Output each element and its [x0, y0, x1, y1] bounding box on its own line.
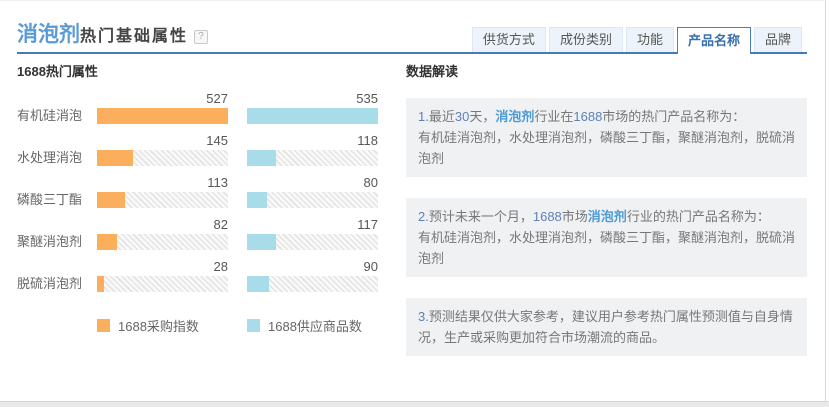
- bar: [247, 108, 378, 124]
- page-title: 消泡剂热门基础属性?: [17, 18, 208, 48]
- bar-group: 80: [247, 176, 378, 208]
- bar-value: 145: [97, 134, 228, 147]
- category-label: 脱硫消泡剂: [17, 275, 97, 292]
- text-segment: 1.: [418, 109, 429, 124]
- bar-group: 90: [247, 260, 378, 292]
- bar: [97, 192, 125, 208]
- legend-label: 1688供应商品数: [268, 316, 362, 335]
- chart-section: 1688热门属性 有机硅消泡527 535 水处理消泡145 118 磷酸三丁酯113 8…: [17, 64, 392, 330]
- industry-keyword: 消泡剂: [495, 109, 534, 124]
- bar-value: 527: [97, 92, 228, 105]
- text-segment: 2.: [418, 209, 429, 224]
- bar-group: 145: [97, 134, 228, 166]
- bar-chart: 有机硅消泡527 535 水处理消泡145 118 磷酸三丁酯113 80 聚醚消泡剂82 1…: [17, 92, 392, 292]
- chart-row: 聚醚消泡剂82 117: [17, 218, 392, 250]
- text-segment: 1688: [533, 209, 562, 224]
- text-segment: 预计未来一个月，: [429, 209, 533, 224]
- bar-value: 28: [97, 260, 228, 273]
- bar-value: 535: [247, 92, 378, 105]
- text-segment: 30: [455, 109, 469, 124]
- bar-value: 82: [97, 218, 228, 231]
- chart-row: 脱硫消泡剂28 90: [17, 260, 392, 292]
- page-bottom-strip: [0, 401, 829, 407]
- tab-bar: 供货方式成份类别功能产品名称品牌: [472, 27, 802, 54]
- legend-swatch: [247, 319, 260, 332]
- bar-track: [97, 234, 228, 250]
- legend-swatch: [97, 319, 110, 332]
- page-title-keyword: 消泡剂: [17, 23, 80, 46]
- tab-产品名称[interactable]: 产品名称: [677, 27, 751, 54]
- bar-track: [97, 192, 228, 208]
- interpretation-box: 2.预计未来一个月，1688市场消泡剂行业的热门产品名称为： 有机硅消泡剂，水处理…: [406, 198, 807, 277]
- page-title-rest: 热门基础属性: [80, 28, 188, 45]
- bar-track: [97, 276, 228, 292]
- bar: [97, 234, 117, 250]
- bar: [97, 150, 133, 166]
- bar-track: [247, 276, 378, 292]
- text-segment: 预测结果仅供大家参考，建议用户参考热门属性预测值与自身情况，生产或采购更加符合市…: [418, 309, 793, 345]
- chart-legend: 1688采购指数1688供应商品数: [17, 316, 392, 330]
- text-segment: 市场的热门产品名称为：: [602, 109, 745, 124]
- text-segment: 天，: [469, 109, 495, 124]
- bar-group: 117: [247, 218, 378, 250]
- tab-品牌[interactable]: 品牌: [754, 27, 802, 52]
- text-segment: 有机硅消泡剂，水处理消泡剂，磷酸三丁酯，聚醚消泡剂，脱硫消泡剂: [418, 130, 795, 166]
- bar: [247, 192, 267, 208]
- bar: [97, 276, 104, 292]
- bar-track: [247, 234, 378, 250]
- chart-heading: 1688热门属性: [17, 64, 392, 80]
- interpretation-box: 3.预测结果仅供大家参考，建议用户参考热门属性预测值与自身情况，生产或采购更加符…: [406, 298, 807, 356]
- text-segment: 行业在: [534, 109, 573, 124]
- text-segment: 有机硅消泡剂，水处理消泡剂，磷酸三丁酯，聚醚消泡剂，脱硫消泡剂: [418, 230, 795, 266]
- bar-track: [247, 192, 378, 208]
- content-card: 消泡剂热门基础属性? 供货方式成份类别功能产品名称品牌 1688热门属性 有机硅…: [0, 0, 826, 401]
- interpretation-boxes: 1.最近30天，消泡剂行业在1688市场的热门产品名称为：有机硅消泡剂，水处理消…: [406, 98, 807, 356]
- bar-value: 113: [97, 176, 228, 189]
- bar: [247, 150, 276, 166]
- chart-row: 水处理消泡145 118: [17, 134, 392, 166]
- tab-供货方式[interactable]: 供货方式: [472, 27, 546, 52]
- bar: [247, 276, 269, 292]
- category-label: 磷酸三丁酯: [17, 191, 97, 208]
- chart-row: 磷酸三丁酯113 80: [17, 176, 392, 208]
- text-segment: 3.: [418, 309, 429, 324]
- bar-value: 90: [247, 260, 378, 273]
- bar-group: 535: [247, 92, 378, 124]
- bar: [97, 108, 228, 124]
- analytics-panel: 消泡剂热门基础属性? 供货方式成份类别功能产品名称品牌 1688热门属性 有机硅…: [0, 0, 829, 407]
- category-label: 聚醚消泡剂: [17, 233, 97, 250]
- bar-track: [247, 150, 378, 166]
- interpretation-box: 1.最近30天，消泡剂行业在1688市场的热门产品名称为： 有机硅消泡剂，水处理消…: [406, 98, 807, 177]
- legend-item: 1688供应商品数: [247, 316, 362, 335]
- bar-group: 113: [97, 176, 228, 208]
- bar-value: 80: [247, 176, 378, 189]
- bar-group: 28: [97, 260, 228, 292]
- bar-track: [97, 150, 228, 166]
- bar-value: 117: [247, 218, 378, 231]
- text-segment: 行业的热门产品名称为：: [627, 209, 770, 224]
- industry-keyword: 消泡剂: [588, 209, 627, 224]
- legend-label: 1688采购指数: [118, 316, 199, 335]
- text-segment: 最近: [429, 109, 455, 124]
- text-segment: 市场: [562, 209, 588, 224]
- interpretation-heading: 数据解读: [406, 64, 807, 80]
- bar: [247, 234, 276, 250]
- text-segment: 1688: [573, 109, 602, 124]
- bar-value: 118: [247, 134, 378, 147]
- tab-成份类别[interactable]: 成份类别: [549, 27, 623, 52]
- bar-group: 118: [247, 134, 378, 166]
- chart-row: 有机硅消泡527 535: [17, 92, 392, 124]
- interpretation-section: 数据解读 1.最近30天，消泡剂行业在1688市场的热门产品名称为：有机硅消泡剂…: [406, 64, 807, 356]
- legend-item: 1688采购指数: [97, 316, 199, 335]
- bar-group: 527: [97, 92, 228, 124]
- category-label: 水处理消泡: [17, 149, 97, 166]
- help-icon[interactable]: ?: [194, 30, 208, 44]
- tab-功能[interactable]: 功能: [626, 27, 674, 52]
- bar-group: 82: [97, 218, 228, 250]
- bar-track: [247, 108, 378, 124]
- bar-track: [97, 108, 228, 124]
- category-label: 有机硅消泡: [17, 107, 97, 124]
